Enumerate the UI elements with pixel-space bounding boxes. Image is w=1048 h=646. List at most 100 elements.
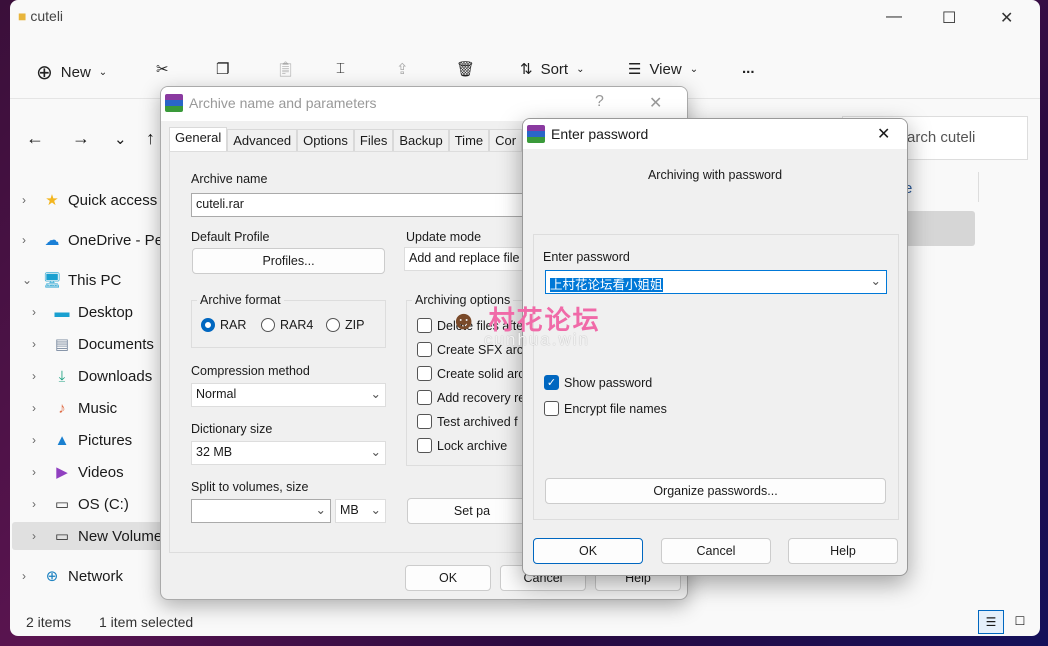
tab-files[interactable]: Files xyxy=(353,129,394,151)
tiles-view-button[interactable]: ☐ xyxy=(1008,610,1032,634)
ok-button[interactable]: OK xyxy=(533,538,643,564)
dictionary-select[interactable]: 32 MB ⌄ xyxy=(191,441,386,465)
tab-general[interactable]: General xyxy=(169,127,228,151)
sidebar-item-this-pc[interactable]: ⌄ 🖥︎ This PC xyxy=(12,266,170,294)
sidebar-item-onedrive-per[interactable]: › ☁ OneDrive - Per xyxy=(12,226,170,254)
chevron-right-icon[interactable]: › xyxy=(32,369,50,383)
tab-cor[interactable]: Cor xyxy=(489,129,523,151)
format-radio-zip[interactable]: ZIP xyxy=(326,318,364,332)
option-checkbox[interactable]: Test archived f xyxy=(417,414,518,429)
sidebar-item-videos[interactable]: › ▶ Videos xyxy=(12,458,170,486)
chevron-down-icon: ⌄ xyxy=(370,387,381,401)
password-input[interactable]: 上村花论坛看小姐姐 ⌄ xyxy=(545,270,887,294)
tab-time[interactable]: Time xyxy=(448,129,490,151)
sidebar-item-os-c[interactable]: › ▭ OS (C:) xyxy=(12,490,170,518)
split-unit-select[interactable]: MB ⌄ xyxy=(335,499,386,523)
cut-button[interactable]: ✂ xyxy=(156,60,169,78)
option-checkbox[interactable]: Add recovery re xyxy=(417,390,525,405)
chevron-right-icon[interactable]: › xyxy=(32,433,50,447)
winrar-icon xyxy=(165,94,183,112)
sidebar-item-documents[interactable]: › ▤ Documents xyxy=(12,330,170,358)
profiles-button[interactable]: Profiles... xyxy=(192,248,385,274)
option-checkbox[interactable]: Lock archive xyxy=(417,438,507,453)
back-button[interactable]: ← xyxy=(26,128,44,149)
sidebar-item-pictures[interactable]: › ▲ Pictures xyxy=(12,426,170,454)
split-size-input[interactable]: ⌄ xyxy=(191,499,331,523)
more-button[interactable]: ... xyxy=(742,60,755,77)
close-button[interactable]: ✕ xyxy=(649,93,662,113)
chevron-down-icon[interactable]: ⌄ xyxy=(22,273,40,287)
new-button[interactable]: ⊕ New ⌄ xyxy=(36,60,107,85)
minimize-button[interactable]: — xyxy=(886,8,902,26)
copy-icon: ❐ xyxy=(216,61,230,78)
radio-circle xyxy=(326,318,340,332)
encrypt-file-names-checkbox[interactable]: Encrypt file names xyxy=(544,401,667,416)
chevron-right-icon[interactable]: › xyxy=(32,401,50,415)
chevron-right-icon[interactable]: › xyxy=(32,497,50,511)
forward-button[interactable]: → xyxy=(72,128,90,149)
chevron-right-icon[interactable]: › xyxy=(32,465,50,479)
scissors-icon: ✂ xyxy=(156,61,169,78)
mascot-icon: ☻ xyxy=(450,305,480,335)
maximize-button[interactable]: ☐ xyxy=(942,8,956,28)
archive-name-input[interactable]: cuteli.rar xyxy=(191,193,531,217)
sidebar-item-downloads[interactable]: › ⤓ Downloads xyxy=(12,362,170,390)
details-view-button[interactable]: ☰ xyxy=(978,610,1004,634)
sidebar-item-desktop[interactable]: › ▬ Desktop xyxy=(12,298,170,326)
help-button[interactable]: ? xyxy=(595,93,604,111)
set-password-button[interactable]: Set pa xyxy=(407,498,537,524)
chevron-down-icon: ⌄ xyxy=(315,503,326,517)
archive-name-label: Archive name xyxy=(191,172,268,186)
tab-backup[interactable]: Backup xyxy=(393,129,449,151)
close-button[interactable]: ✕ xyxy=(877,124,890,144)
music-icon: ♪ xyxy=(58,399,66,417)
paste-button[interactable]: 📋︎ xyxy=(276,60,295,78)
sidebar-item-music[interactable]: › ♪ Music xyxy=(12,394,170,422)
star-icon: ★ xyxy=(45,192,59,209)
up-button[interactable]: ↑ xyxy=(146,128,155,149)
chevron-right-icon[interactable]: › xyxy=(22,233,40,247)
dialog-titlebar: Archive name and parameters ? ✕ xyxy=(161,87,687,121)
share-button[interactable]: ⇪ xyxy=(396,60,409,78)
format-radio-rar4[interactable]: RAR4 xyxy=(261,318,313,332)
rename-button[interactable]: ⌶ xyxy=(336,60,345,77)
cancel-button[interactable]: Cancel xyxy=(661,538,771,564)
compression-select[interactable]: Normal ⌄ xyxy=(191,383,386,407)
status-item-count: 2 items xyxy=(26,614,72,630)
chevron-right-icon[interactable]: › xyxy=(32,337,50,351)
view-button[interactable]: ☰ View ⌄ xyxy=(628,60,698,79)
sidebar-item-new-volume[interactable]: › ▭ New Volume xyxy=(12,522,170,550)
sidebar-item-quick-access[interactable]: › ★ Quick access xyxy=(12,186,170,214)
organize-passwords-button[interactable]: Organize passwords... xyxy=(545,478,886,504)
option-checkbox[interactable]: Create solid arc xyxy=(417,366,525,381)
delete-button[interactable]: 🗑︎ xyxy=(456,60,475,78)
help-button[interactable]: Help xyxy=(788,538,898,564)
checkbox-box xyxy=(417,366,432,381)
chevron-right-icon[interactable]: › xyxy=(22,193,40,207)
chevron-right-icon[interactable]: › xyxy=(32,305,50,319)
chevron-right-icon[interactable]: › xyxy=(32,529,50,543)
chevron-down-icon[interactable]: ⌄ xyxy=(871,273,881,288)
sidebar-item-network[interactable]: › ⊕ Network xyxy=(12,562,170,590)
copy-button[interactable]: ❐ xyxy=(216,60,229,78)
dialog-title: Enter password xyxy=(551,126,649,142)
chevron-right-icon[interactable]: › xyxy=(22,569,40,583)
sort-button[interactable]: ⇅ Sort ⌄ xyxy=(520,60,584,79)
tab-options[interactable]: Options xyxy=(297,129,354,151)
dialog-title: Archive name and parameters xyxy=(189,95,377,111)
compression-label: Compression method xyxy=(191,364,310,378)
update-mode-select[interactable]: Add and replace file xyxy=(404,247,534,271)
chevron-down-icon: ⌄ xyxy=(98,67,108,78)
format-radio-rar[interactable]: RAR xyxy=(201,318,246,332)
folder-icon: ■ xyxy=(18,8,27,24)
show-password-checkbox[interactable]: ✓ Show password xyxy=(544,375,652,390)
recent-chevron-icon[interactable]: ⌄ xyxy=(114,130,127,148)
close-button[interactable]: ✕ xyxy=(1000,8,1013,28)
ok-button[interactable]: OK xyxy=(405,565,491,591)
pictures-icon: ▲ xyxy=(54,431,70,449)
rename-icon: ⌶ xyxy=(336,60,346,77)
checkbox-box xyxy=(417,414,432,429)
clipboard-icon: 📋︎ xyxy=(276,61,296,78)
tab-advanced[interactable]: Advanced xyxy=(227,129,298,151)
dictionary-label: Dictionary size xyxy=(191,422,273,436)
